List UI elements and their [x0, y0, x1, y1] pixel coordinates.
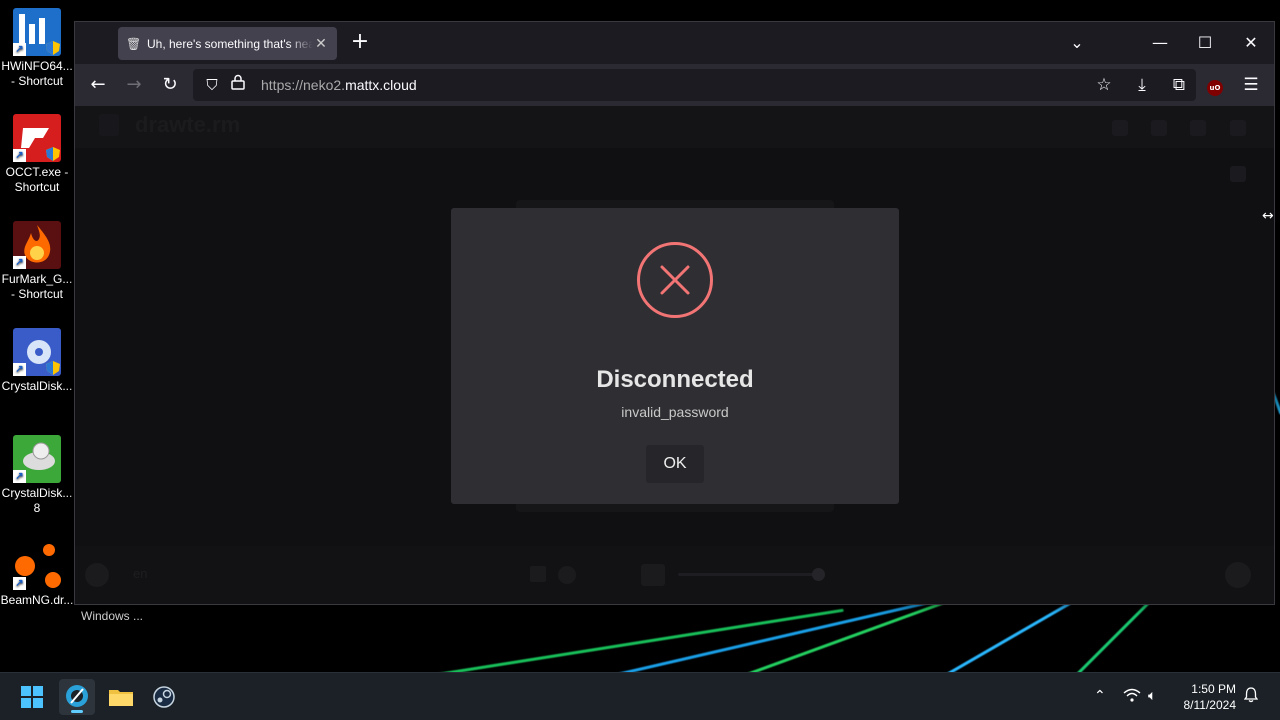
taskbar: ⌃ 🔈︎ 1:50 PM 8/11/2024	[0, 672, 1280, 720]
hwinfo-icon: ↗	[13, 8, 61, 56]
tab-bar: 🗑 Uh, here's something that's neat ✕ + ⌄…	[75, 22, 1274, 64]
trash-icon: 🗑	[126, 36, 142, 51]
nav-toolbar: ← → ↻ ⛉ https://neko2.mattx.cloud ☆ ⤓ ⧉ …	[75, 64, 1274, 106]
taskbar-steam-icon[interactable]	[146, 679, 182, 715]
back-arrow-icon[interactable]: ←	[84, 71, 112, 99]
clock[interactable]: 1:50 PM 8/11/2024	[1184, 681, 1237, 713]
download-icon[interactable]: ⤓	[1128, 71, 1156, 99]
notification-bell-icon[interactable]	[1243, 687, 1259, 708]
ok-button[interactable]: OK	[646, 445, 704, 483]
error-x-icon	[637, 242, 713, 318]
crystaldisk8-icon: ↗	[13, 435, 61, 483]
crystaldisk-icon: ↗	[13, 328, 61, 376]
list-tabs-chevron-icon[interactable]: ⌄	[1063, 30, 1091, 56]
windows-label: Windows ...	[81, 609, 144, 623]
desktop-icon-label: BeamNG.dr...	[0, 593, 74, 607]
browser-window: 🗑 Uh, here's something that's neat ✕ + ⌄…	[74, 21, 1275, 605]
reload-icon[interactable]: ↻	[156, 71, 184, 99]
bookmark-star-icon[interactable]: ☆	[1090, 71, 1118, 99]
clock-time: 1:50 PM	[1191, 682, 1236, 696]
tab-title: Uh, here's something that's neat	[147, 36, 313, 51]
desktop-icon-crystaldisk[interactable]: ↗ CrystalDisk...	[0, 328, 74, 394]
close-tab-icon[interactable]: ✕	[313, 36, 329, 52]
desktop-icon-crystaldisk8[interactable]: ↗ CrystalDisk... 8	[0, 435, 74, 516]
dialog-title: Disconnected	[596, 366, 754, 393]
desktop-icon-hwinfo[interactable]: ↗ HWiNFO64... - Shortcut	[0, 8, 74, 89]
furmark-icon: ↗	[13, 221, 61, 269]
url-bar[interactable]: ⛉ https://neko2.mattx.cloud	[193, 69, 1196, 101]
taskbar-file-explorer-icon[interactable]	[103, 679, 139, 715]
page-content: drawte.rm en Disconnected invalid_passwo…	[75, 106, 1274, 604]
url-text[interactable]: https://neko2.mattx.cloud	[261, 77, 417, 93]
new-tab-button[interactable]: +	[348, 31, 372, 55]
shield-icon[interactable]: ⛉	[199, 72, 225, 98]
desktop-icon-label: CrystalDisk... 8	[1, 486, 73, 515]
minimize-button[interactable]: —	[1146, 30, 1174, 56]
maximize-button[interactable]: ☐	[1191, 30, 1219, 56]
desktop-icon-label: FurMark_G... - Shortcut	[1, 272, 73, 301]
taskbar-browser-icon[interactable]	[59, 679, 95, 715]
lock-icon[interactable]	[225, 72, 251, 98]
desktop-icon-beamng[interactable]: ↗ BeamNG.dr...	[0, 542, 74, 608]
start-windows-icon[interactable]	[14, 679, 50, 715]
dialog-message: invalid_password	[621, 404, 729, 420]
extensions-icon[interactable]: ⧉	[1165, 71, 1193, 99]
resize-cursor-icon: ↔	[1262, 208, 1274, 224]
occt-icon: ↗	[13, 114, 61, 162]
forward-arrow-icon[interactable]: →	[120, 71, 148, 99]
menu-hamburger-icon[interactable]: ☰	[1237, 71, 1265, 99]
close-window-button[interactable]: ✕	[1237, 30, 1265, 56]
desktop-icon-occt[interactable]: ↗ OCCT.exe - Shortcut	[0, 114, 74, 195]
chevron-up-icon[interactable]: ⌃	[1094, 687, 1106, 705]
volume-speaker-icon[interactable]: 🔈︎	[1148, 687, 1156, 705]
desktop-icon-label: HWiNFO64... - Shortcut	[1, 59, 73, 88]
desktop-icon-label: CrystalDisk...	[1, 379, 73, 393]
beamng-icon: ↗	[13, 542, 61, 590]
error-dialog: Disconnected invalid_password OK	[451, 208, 899, 504]
browser-tab[interactable]: 🗑 Uh, here's something that's neat ✕	[118, 27, 337, 60]
desktop-icon-label: OCCT.exe - Shortcut	[5, 165, 69, 194]
wifi-icon[interactable]	[1123, 687, 1141, 708]
clock-date: 8/11/2024	[1183, 698, 1237, 712]
desktop-icon-furmark[interactable]: ↗ FurMark_G... - Shortcut	[0, 221, 74, 302]
ublock-icon[interactable]: uO	[1201, 71, 1229, 99]
